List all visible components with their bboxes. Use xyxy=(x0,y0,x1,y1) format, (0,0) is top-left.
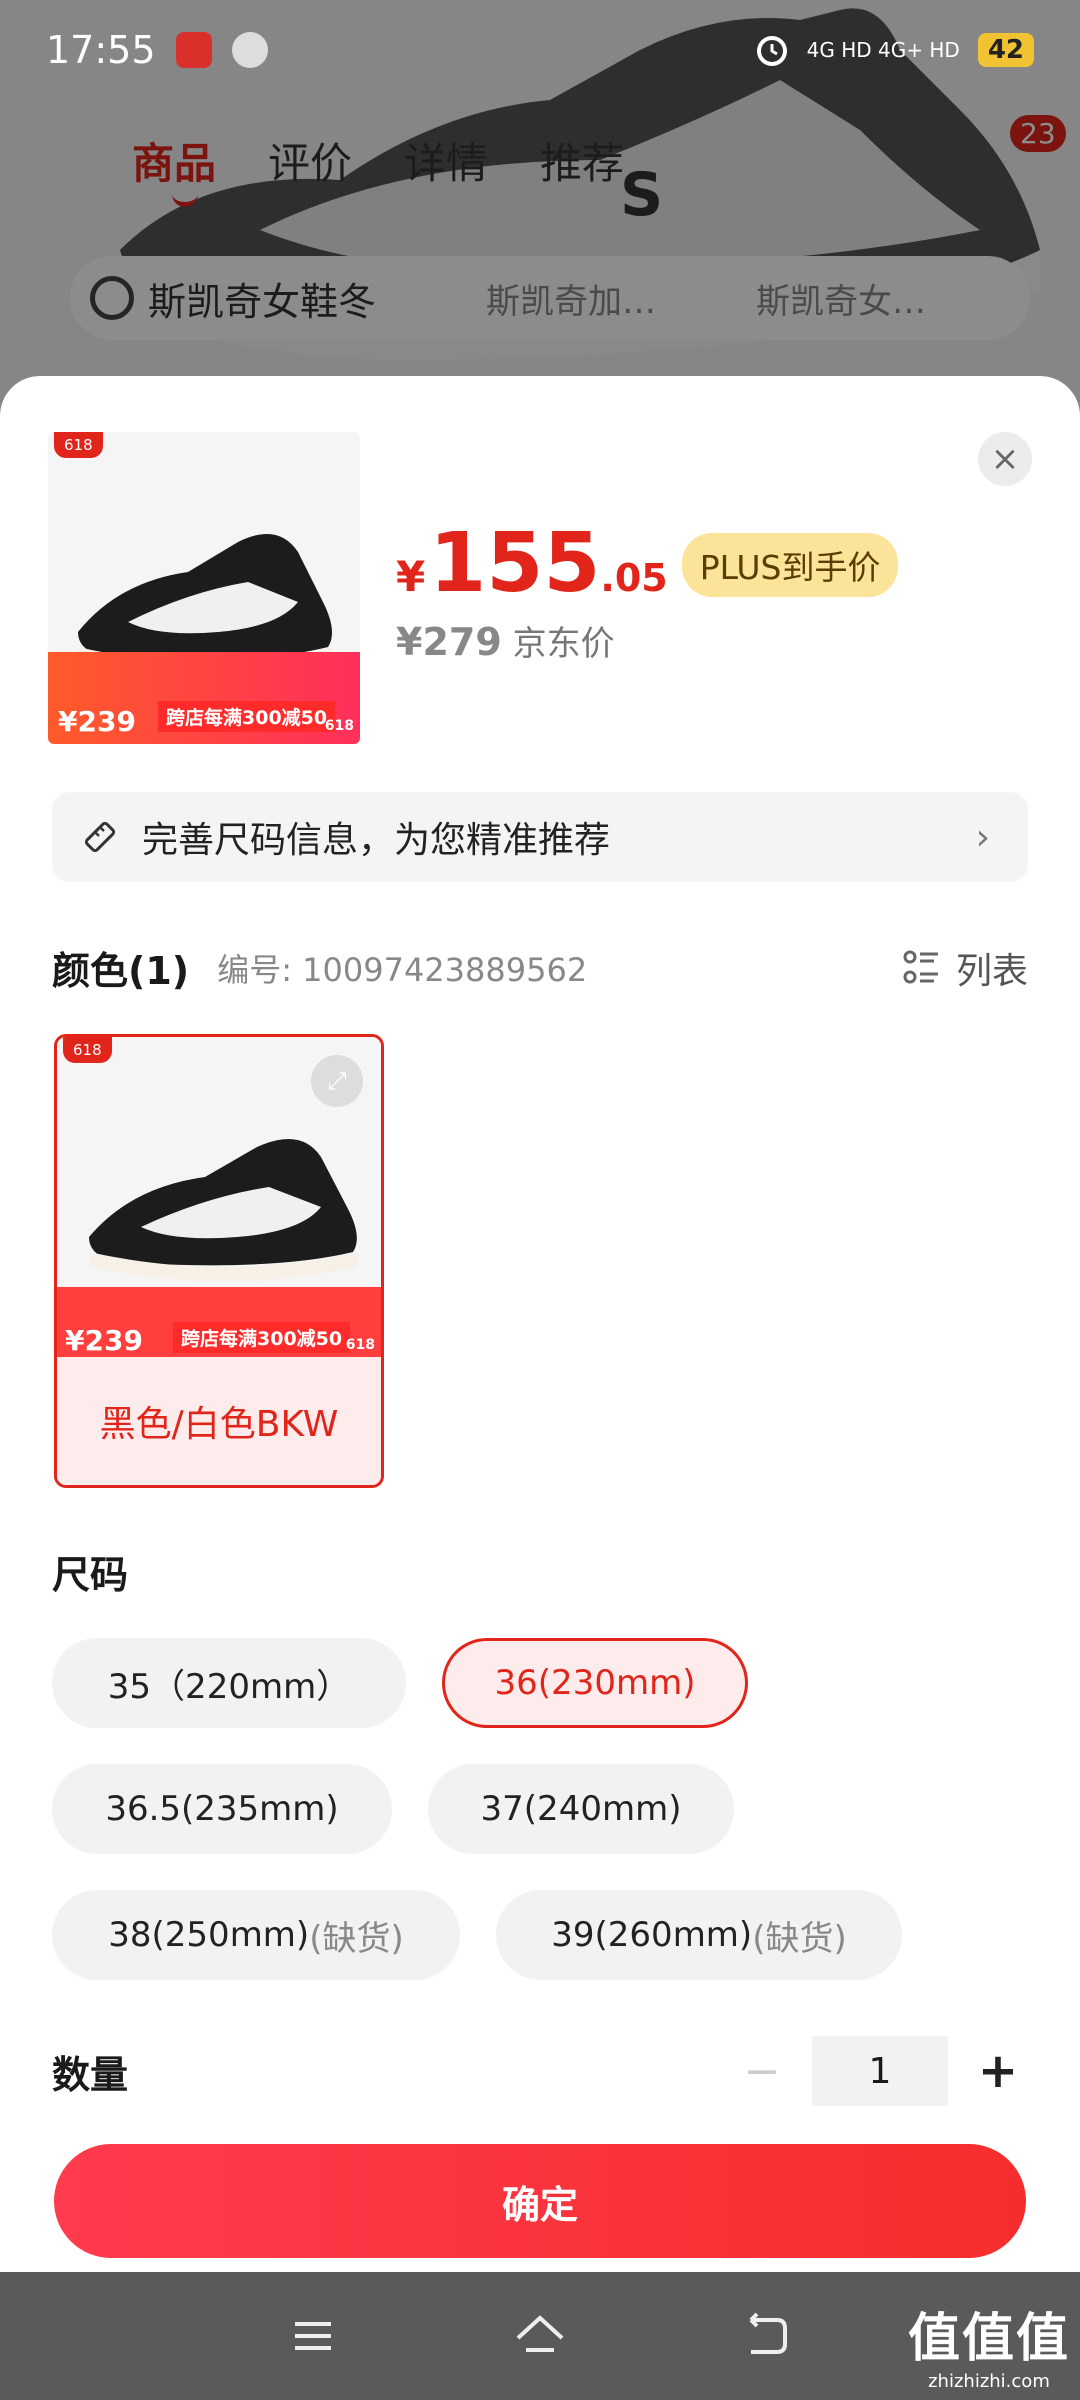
color-option-label: 黑色/白色BKW xyxy=(57,1357,381,1485)
promo-618-tag: 618 xyxy=(63,1037,112,1063)
expand-image-button[interactable]: ⤢ xyxy=(311,1055,363,1107)
toutiao-app-icon xyxy=(175,32,212,68)
price-currency: ¥ xyxy=(396,552,426,601)
color-section-title: 颜色(1) xyxy=(52,949,190,993)
list-view-toggle[interactable]: 列表 xyxy=(902,942,1028,994)
size-info-text: 完善尺码信息，为您精准推荐 xyxy=(142,820,611,861)
plus-price-badge: PLUS到手价 xyxy=(681,533,899,597)
original-price: ¥279 xyxy=(396,620,502,664)
confirm-button[interactable]: 确定 xyxy=(54,2144,1026,2258)
size-option-label: 36.5(235mm) xyxy=(105,1789,339,1829)
price-decimal: .05 xyxy=(600,556,668,600)
network-indicator: 4G HD 4G+ HD xyxy=(806,38,960,62)
color-section-header: 颜色(1) 编号: 10097423889562 列表 xyxy=(52,940,1028,995)
price-row: ¥ 155 .05 PLUS到手价 xyxy=(396,516,899,611)
status-bar: 17:55 4G HD 4G+ HD 42 xyxy=(0,0,1080,100)
promo-price: ¥239 xyxy=(65,1324,143,1357)
quantity-decrease-button[interactable]: − xyxy=(732,2046,792,2097)
battery-indicator: 42 xyxy=(977,33,1034,67)
quantity-increase-button[interactable]: + xyxy=(968,2043,1028,2099)
chevron-right-icon: › xyxy=(975,816,990,858)
list-icon xyxy=(903,950,938,983)
size-option-37[interactable]: 37(240mm) xyxy=(428,1764,734,1854)
promo-banner: ¥239 跨店每满300减50 618 xyxy=(48,652,360,744)
size-option-label: 38(250mm) xyxy=(108,1915,310,1955)
out-of-stock-label: (缺货) xyxy=(309,1918,404,1959)
close-button[interactable]: × xyxy=(978,432,1032,486)
out-of-stock-label: (缺货) xyxy=(752,1918,847,1959)
watermark-url: zhizhizhi.com xyxy=(928,2371,1050,2392)
promo-618-label: 618 xyxy=(345,1337,375,1353)
size-option-label: 36(230mm) xyxy=(494,1663,696,1703)
size-option-36-5[interactable]: 36.5(235mm) xyxy=(52,1764,392,1854)
product-thumbnail[interactable]: 618 ¥239 跨店每满300减50 618 xyxy=(48,432,360,744)
original-price-label: 京东价 xyxy=(512,624,615,664)
back-icon[interactable] xyxy=(737,2306,797,2366)
size-option-label: 35（220mm） xyxy=(107,1666,351,1707)
alarm-icon xyxy=(756,36,787,66)
promo-618-tag: 618 xyxy=(54,432,103,458)
promo-price: ¥239 xyxy=(58,705,136,738)
wechat-app-icon xyxy=(231,32,268,68)
status-time: 17:55 xyxy=(46,28,156,72)
quantity-stepper: − 1 + xyxy=(732,2036,1028,2106)
quantity-row: 数量 − 1 + xyxy=(52,2036,1028,2106)
original-price-row: ¥279 京东价 xyxy=(396,616,615,665)
promo-text: 跨店每满300减50 xyxy=(173,1322,351,1353)
size-option-label: 37(240mm) xyxy=(480,1789,682,1829)
color-option-card[interactable]: 618 ¥239 跨店每满300减50 618 ⤢ 黑色/白色BKW xyxy=(54,1034,384,1488)
price-integer: 155 xyxy=(429,516,601,611)
promo-text: 跨店每满300减50 xyxy=(158,701,336,732)
quantity-label: 数量 xyxy=(52,2052,129,2097)
home-icon[interactable] xyxy=(510,2306,570,2366)
size-option-35[interactable]: 35（220mm） xyxy=(52,1638,406,1728)
system-nav-bar: 值值值 zhizhizhi.com xyxy=(0,2272,1080,2400)
ruler-icon xyxy=(84,821,116,853)
size-option-39[interactable]: 39(260mm) (缺货) xyxy=(496,1890,902,1980)
watermark-logo: 值值值 xyxy=(907,2309,1070,2369)
quantity-input[interactable]: 1 xyxy=(812,2036,948,2106)
close-icon: × xyxy=(990,439,1020,479)
size-option-36[interactable]: 36(230mm) xyxy=(442,1638,748,1728)
size-section-title: 尺码 xyxy=(52,1553,129,1597)
sku-selector-sheet: 618 ¥239 跨店每满300减50 618 × ¥ 155 .05 PLUS… xyxy=(0,376,1080,2272)
menu-icon[interactable] xyxy=(283,2306,343,2366)
sku-number: 编号: 10097423889562 xyxy=(217,950,588,989)
size-info-banner[interactable]: 完善尺码信息，为您精准推荐 › xyxy=(52,792,1028,882)
expand-icon: ⤢ xyxy=(327,1067,347,1095)
size-option-label: 39(260mm) xyxy=(551,1915,753,1955)
promo-618-label: 618 xyxy=(324,718,354,734)
size-option-38[interactable]: 38(250mm) (缺货) xyxy=(52,1890,460,1980)
list-toggle-label: 列表 xyxy=(955,950,1028,992)
watermark: 值值值 zhizhizhi.com xyxy=(908,2296,1070,2392)
